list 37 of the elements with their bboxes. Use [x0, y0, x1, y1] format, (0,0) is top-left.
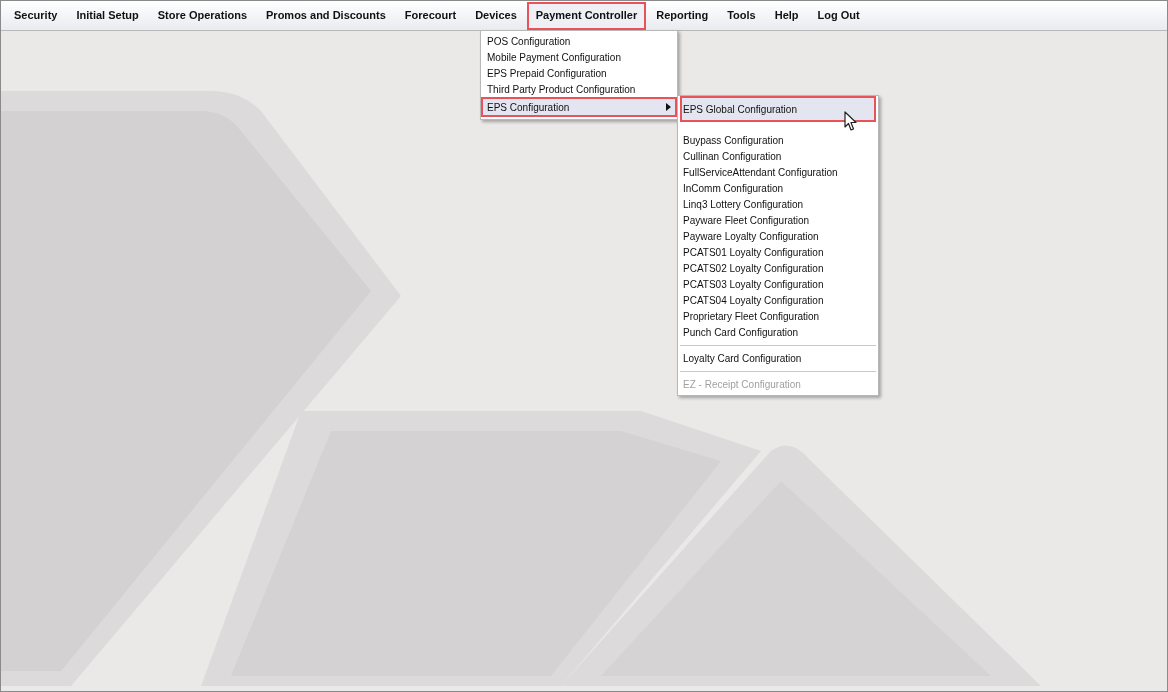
menu-item[interactable]: Log Out	[808, 1, 869, 30]
menu-item[interactable]: Reporting	[647, 1, 718, 30]
submenu-item[interactable]: EPS Global Configuration	[680, 96, 876, 122]
dropdown-item[interactable]: EPS Prepaid Configuration	[481, 65, 677, 81]
menu-item[interactable]: Store Operations	[148, 1, 256, 30]
submenu-item[interactable]: Proprietary Fleet Configuration	[680, 308, 876, 324]
menu-item[interactable]: Devices	[466, 1, 526, 30]
submenu-item[interactable]: InComm Configuration	[680, 180, 876, 196]
menu-item[interactable]: Initial Setup	[67, 1, 148, 30]
submenu-item[interactable]: PCATS04 Loyalty Configuration	[680, 292, 876, 308]
submenu-item[interactable]: Payware Fleet Configuration	[680, 212, 876, 228]
submenu-item[interactable]: Buypass Configuration	[680, 132, 876, 148]
menu-item[interactable]: Payment Controller	[526, 1, 647, 30]
item-label: EPS Prepaid Configuration	[487, 66, 607, 81]
item-label: POS Configuration	[487, 34, 571, 49]
menu-item[interactable]: Tools	[718, 1, 765, 30]
submenu-item[interactable]: PCATS01 Loyalty Configuration	[680, 244, 876, 260]
dropdown-item[interactable]: Third Party Product Configuration	[481, 81, 677, 97]
submenu-item[interactable]: Linq3 Lottery Configuration	[680, 196, 876, 212]
menu-item[interactable]: Promos and Discounts	[257, 1, 395, 30]
dropdown-item[interactable]: POS Configuration	[481, 33, 677, 49]
item-label: EPS Configuration	[487, 100, 570, 115]
submenu-item[interactable]: FullServiceAttendant Configuration	[680, 164, 876, 180]
item-label: Mobile Payment Configuration	[487, 50, 621, 65]
menu-item[interactable]: Help	[765, 1, 808, 30]
menu-item[interactable]: Security	[5, 1, 67, 30]
submenu-item[interactable]: Punch Card Configuration	[680, 324, 876, 340]
submenu-item[interactable]: PCATS03 Loyalty Configuration	[680, 276, 876, 292]
submenu-item[interactable]: Payware Loyalty Configuration	[680, 228, 876, 244]
submenu-item[interactable]: PCATS02 Loyalty Configuration	[680, 260, 876, 276]
menu-item[interactable]: Forecourt	[395, 1, 466, 30]
submenu-item[interactable]: Cullinan Configuration	[680, 148, 876, 164]
dropdown-item[interactable]: EPS Configuration	[481, 97, 677, 117]
item-label: Third Party Product Configuration	[487, 82, 636, 97]
submenu-item[interactable]: Loyalty Card Configuration	[680, 350, 876, 366]
dropdown-item[interactable]: Mobile Payment Configuration	[481, 49, 677, 65]
mouse-pointer-icon	[844, 111, 858, 132]
